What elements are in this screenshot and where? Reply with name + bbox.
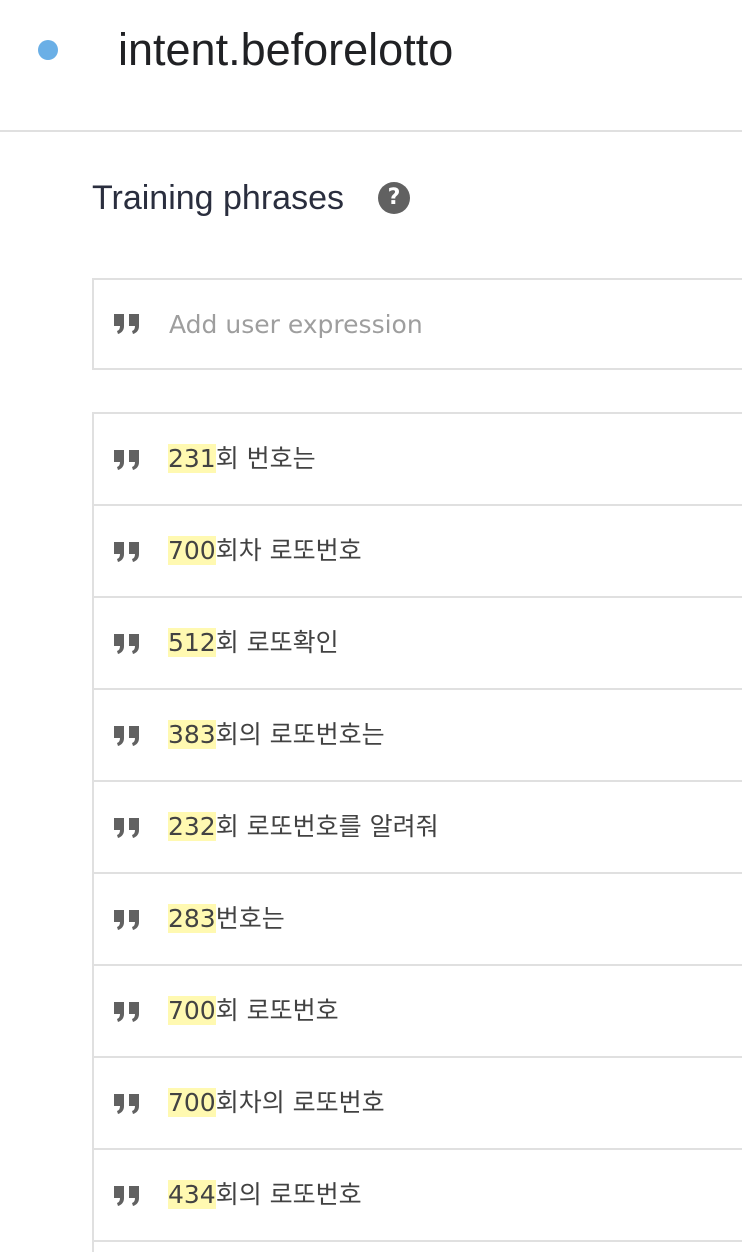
format-quote-icon xyxy=(114,1094,139,1114)
phrase-rest: 회차 로또번호 xyxy=(215,536,362,565)
phrase-rest: 회 로또번호를 알려줘 xyxy=(215,812,439,841)
format-quote-icon xyxy=(114,910,139,930)
training-phrase-row[interactable]: 232회 로또번호를 알려줘 xyxy=(94,782,742,874)
training-phrase-text[interactable]: 700회차의 로또번호 xyxy=(168,1086,385,1120)
parameter-annotation[interactable]: 232 xyxy=(168,812,216,841)
parameter-annotation[interactable]: 231 xyxy=(168,444,216,473)
phrase-rest: 회 로또번호 xyxy=(215,996,339,1025)
training-phrase-text[interactable]: 232회 로또번호를 알려줘 xyxy=(168,810,439,844)
intent-header: intent.beforelotto xyxy=(0,0,742,132)
training-phrase-row[interactable]: 283번호는 xyxy=(94,874,742,966)
training-phrase-row[interactable]: 231회 번호는 xyxy=(94,414,742,506)
training-phrase-row[interactable]: 512회 로또확인 xyxy=(94,598,742,690)
training-phrase-text[interactable]: 383회의 로또번호는 xyxy=(168,718,385,752)
training-phrase-row[interactable]: 700회 로또번호 xyxy=(94,966,742,1058)
training-phrase-text[interactable]: 700회차 로또번호 xyxy=(168,534,362,568)
training-phrase-text[interactable]: 512회 로또확인 xyxy=(168,626,339,660)
training-phrase-text[interactable]: 434회의 로또번호 xyxy=(168,1178,362,1212)
add-user-expression-input[interactable]: Add user expression xyxy=(92,278,742,370)
add-expression-placeholder: Add user expression xyxy=(169,310,423,339)
parameter-annotation[interactable]: 700 xyxy=(168,536,216,565)
format-quote-icon xyxy=(114,1002,139,1022)
training-phrase-text[interactable]: 700회 로또번호 xyxy=(168,994,339,1028)
training-phrase-row[interactable]: 700회차 로또번호 xyxy=(94,506,742,598)
intent-name: intent.beforelotto xyxy=(118,24,454,75)
format-quote-icon xyxy=(114,450,139,470)
parameter-annotation[interactable]: 700 xyxy=(168,1088,216,1117)
phrase-rest: 회의 로또번호 xyxy=(215,1180,362,1209)
phrase-rest: 회 로또확인 xyxy=(215,628,339,657)
training-phrase-list: 231회 번호는 700회차 로또번호 512회 로또확인 383회의 로또번호는 23… xyxy=(92,412,742,1252)
section-title: Training phrases xyxy=(92,179,344,217)
format-quote-icon xyxy=(114,314,139,334)
status-dot xyxy=(38,40,58,60)
training-phrase-row[interactable]: 700회차의 로또번호 xyxy=(94,1058,742,1150)
format-quote-icon xyxy=(114,542,139,562)
phrase-rest: 회차의 로또번호 xyxy=(215,1088,385,1117)
parameter-annotation[interactable]: 512 xyxy=(168,628,216,657)
format-quote-icon xyxy=(114,634,139,654)
training-phrase-text[interactable]: 231회 번호는 xyxy=(168,442,316,476)
format-quote-icon xyxy=(114,726,139,746)
training-phrase-row[interactable]: 434회의 로또번호 xyxy=(94,1150,742,1242)
phrase-rest: 회의 로또번호는 xyxy=(215,720,385,749)
parameter-annotation[interactable]: 383 xyxy=(168,720,216,749)
help-circle-icon[interactable]: ? xyxy=(378,182,410,214)
format-quote-icon xyxy=(114,818,139,838)
phrase-rest: 회 번호는 xyxy=(215,444,316,473)
training-phrase-text[interactable]: 283번호는 xyxy=(168,902,285,936)
format-quote-icon xyxy=(114,1186,139,1206)
parameter-annotation[interactable]: 434 xyxy=(168,1180,216,1209)
training-phrase-row[interactable]: 383회의 로또번호는 xyxy=(94,690,742,782)
parameter-annotation[interactable]: 283 xyxy=(168,904,216,933)
phrase-rest: 번호는 xyxy=(215,904,285,933)
parameter-annotation[interactable]: 700 xyxy=(168,996,216,1025)
